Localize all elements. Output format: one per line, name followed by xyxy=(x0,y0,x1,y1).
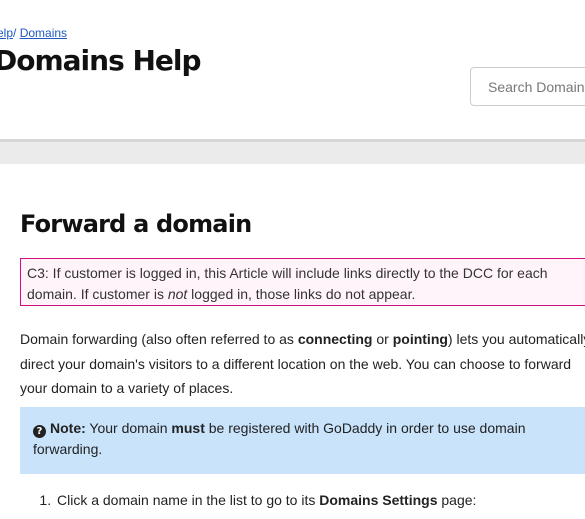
article-title: Forward a domain xyxy=(20,210,252,238)
intro-text-part1: Domain forwarding (also often referred t… xyxy=(20,331,298,347)
c3-text-part2: logged in, those links do not appear. xyxy=(187,286,416,302)
question-icon: ? xyxy=(33,425,46,438)
c3-text-emphasis: not xyxy=(167,286,188,302)
step-text-part2: page: xyxy=(437,492,477,508)
c3-conditional-notice: C3: If customer is logged in, this Artic… xyxy=(20,258,585,306)
note-label: Note: xyxy=(50,420,86,436)
breadcrumb-separator: / xyxy=(13,26,17,40)
step-bold-domains-settings: Domains Settings xyxy=(319,492,438,508)
header-divider-band xyxy=(0,139,585,164)
page-title: Domains Help xyxy=(0,44,202,77)
breadcrumb-link-domains[interactable]: Domains xyxy=(20,26,67,40)
step-text-part1: Click a domain name in the list to go to… xyxy=(57,492,320,508)
intro-paragraph: Domain forwarding (also often referred t… xyxy=(20,327,585,401)
note-text-part1: Your domain xyxy=(85,420,172,436)
breadcrumb-link-help[interactable]: elp xyxy=(0,26,13,40)
intro-bold-connecting: connecting xyxy=(297,331,373,347)
step-item: Click a domain name in the list to go to… xyxy=(55,490,585,511)
search-input[interactable] xyxy=(470,67,585,106)
intro-text-part2: or xyxy=(372,331,393,347)
intro-bold-pointing: pointing xyxy=(392,331,448,347)
breadcrumb: elp/ Domains xyxy=(0,26,67,40)
note-bold-must: must xyxy=(171,420,205,436)
steps-list: Click a domain name in the list to go to… xyxy=(20,490,585,511)
note-box: ? Note: Your domain must be registered wi… xyxy=(20,407,585,474)
